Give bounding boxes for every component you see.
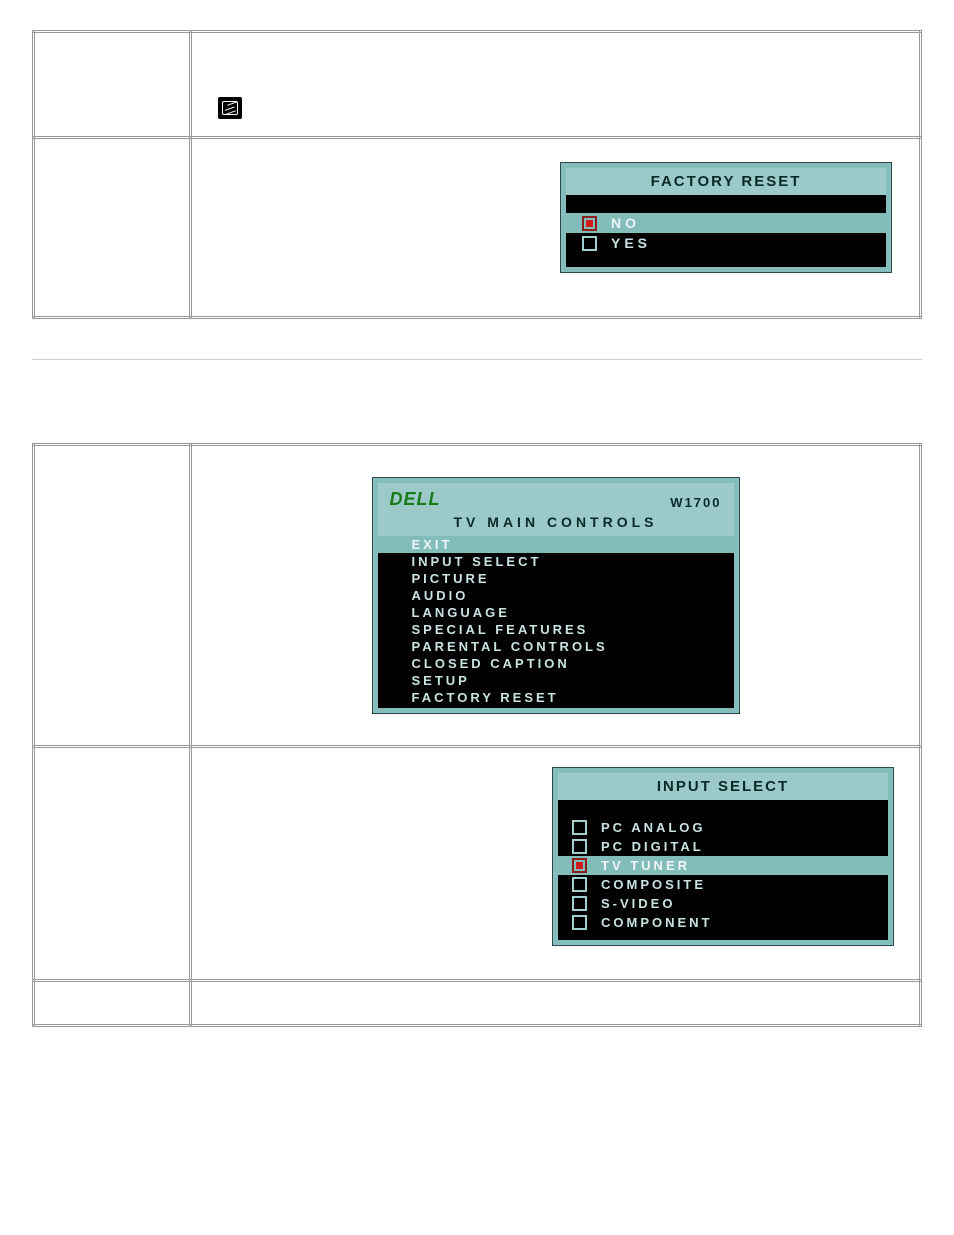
input-component[interactable]: COMPONENT (558, 913, 888, 932)
row1-right: . . (191, 32, 921, 138)
row2-right: FACTORY RESET NO YES (191, 138, 921, 318)
menu-item-closed-caption[interactable]: CLOSED CAPTION (378, 655, 734, 672)
menu-item-input-select[interactable]: INPUT SELECT (378, 553, 734, 570)
menu-item-factory-reset[interactable]: FACTORY RESET (378, 689, 734, 706)
radio-unselected-icon (572, 915, 587, 930)
doc-table-2: DELL W1700 TV MAIN CONTROLS EXIT INPUT S… (32, 443, 922, 1027)
dell-model: W1700 (670, 495, 721, 510)
factory-reset-option-no-label: NO (611, 215, 640, 231)
menu-item-picture[interactable]: PICTURE (378, 570, 734, 587)
doc-table-1: . . FACTORY RESET NO YES (32, 30, 922, 319)
t2-row3-left (34, 981, 191, 1026)
input-composite[interactable]: COMPOSITE (558, 875, 888, 894)
note-icon (218, 97, 242, 119)
factory-reset-osd: FACTORY RESET NO YES (561, 163, 891, 272)
factory-reset-title: FACTORY RESET (566, 168, 886, 195)
row1-bullets: . . (244, 51, 907, 83)
section-divider (32, 359, 922, 360)
menu-item-special-features[interactable]: SPECIAL FEATURES (378, 621, 734, 638)
tv-main-controls-menu: EXIT INPUT SELECT PICTURE AUDIO LANGUAGE… (378, 536, 734, 706)
radio-unselected-icon (572, 839, 587, 854)
row1-bullet-1: . (244, 51, 907, 66)
radio-selected-icon (572, 858, 587, 873)
section-heading: . (32, 400, 922, 423)
input-pc-analog[interactable]: PC ANALOG (558, 818, 888, 837)
factory-reset-option-yes[interactable]: YES (566, 233, 886, 253)
factory-reset-option-yes-label: YES (611, 235, 651, 251)
tv-main-controls-header: DELL W1700 (378, 483, 734, 512)
t2-row2-left (34, 747, 191, 981)
radio-unselected-icon (572, 877, 587, 892)
t2-row1-left (34, 445, 191, 747)
input-select-title: INPUT SELECT (558, 773, 888, 800)
tv-main-controls-osd: DELL W1700 TV MAIN CONTROLS EXIT INPUT S… (373, 478, 739, 713)
t2-row1-right: DELL W1700 TV MAIN CONTROLS EXIT INPUT S… (191, 445, 921, 747)
input-select-osd: INPUT SELECT PC ANALOG PC DIGITAL TV TUN… (553, 768, 893, 945)
t2-row3-right (191, 981, 921, 1026)
tv-main-controls-title: TV MAIN CONTROLS (378, 512, 734, 536)
dell-logo: DELL (390, 489, 441, 510)
factory-reset-option-no[interactable]: NO (566, 213, 886, 233)
menu-item-parental-controls[interactable]: PARENTAL CONTROLS (378, 638, 734, 655)
menu-item-audio[interactable]: AUDIO (378, 587, 734, 604)
row1-bullet-2: . (244, 68, 907, 83)
menu-item-exit[interactable]: EXIT (378, 536, 734, 553)
t2-row2-right: INPUT SELECT PC ANALOG PC DIGITAL TV TUN… (191, 747, 921, 981)
input-tv-tuner[interactable]: TV TUNER (558, 856, 888, 875)
input-s-video[interactable]: S-VIDEO (558, 894, 888, 913)
radio-selected-icon (582, 216, 597, 231)
row2-left (34, 138, 191, 318)
menu-item-setup[interactable]: SETUP (378, 672, 734, 689)
radio-unselected-icon (572, 896, 587, 911)
menu-item-language[interactable]: LANGUAGE (378, 604, 734, 621)
input-pc-digital[interactable]: PC DIGITAL (558, 837, 888, 856)
row1-left (34, 32, 191, 138)
radio-unselected-icon (582, 236, 597, 251)
radio-unselected-icon (572, 820, 587, 835)
